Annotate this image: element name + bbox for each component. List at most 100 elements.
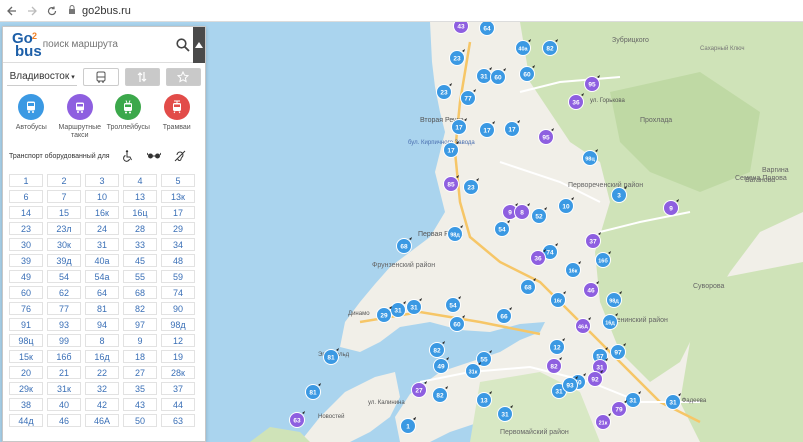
vehicle-marker[interactable]: 82 [429, 341, 446, 358]
route-button[interactable]: 91 [9, 318, 43, 331]
route-button[interactable]: 28 [123, 222, 157, 235]
route-button[interactable]: 98ц [9, 334, 43, 347]
route-button[interactable]: 31к [47, 382, 81, 395]
wheelchair-icon[interactable] [120, 149, 136, 163]
route-button[interactable]: 46 [47, 414, 81, 427]
route-button[interactable]: 60 [9, 286, 43, 299]
go2bus-logo[interactable]: Go 2 bus [9, 29, 42, 61]
route-button[interactable]: 14 [9, 206, 43, 219]
route-button[interactable]: 99 [47, 334, 81, 347]
route-button[interactable]: 1 [9, 174, 43, 187]
vehicle-marker[interactable]: 49 [433, 357, 450, 374]
route-button[interactable]: 29к [9, 382, 43, 395]
route-button[interactable]: 44 [161, 398, 195, 411]
route-button[interactable]: 23л [47, 222, 81, 235]
route-button[interactable]: 16к [85, 206, 119, 219]
route-button[interactable]: 48 [161, 254, 195, 267]
route-button[interactable]: 50 [123, 414, 157, 427]
vehicle-marker[interactable]: 81 [305, 383, 322, 400]
route-button[interactable]: 18 [123, 350, 157, 363]
route-button[interactable]: 46А [85, 414, 119, 427]
route-button[interactable]: 31 [85, 238, 119, 251]
route-button[interactable]: 39д [47, 254, 81, 267]
route-button[interactable]: 23 [9, 222, 43, 235]
route-button[interactable]: 59 [161, 270, 195, 283]
route-button[interactable]: 38 [9, 398, 43, 411]
route-button[interactable]: 3 [85, 174, 119, 187]
route-button[interactable]: 7 [47, 190, 81, 203]
route-button[interactable]: 68 [123, 286, 157, 299]
route-button[interactable]: 16ц [123, 206, 157, 219]
route-button[interactable]: 21 [47, 366, 81, 379]
tab-routes[interactable] [83, 68, 119, 86]
reload-button[interactable] [44, 3, 60, 19]
route-search-input[interactable] [42, 39, 175, 50]
route-button[interactable]: 4 [123, 174, 157, 187]
route-button[interactable]: 24 [85, 222, 119, 235]
route-button[interactable]: 74 [161, 286, 195, 299]
route-button[interactable]: 9 [123, 334, 157, 347]
vehicle-marker[interactable]: 68 [396, 237, 413, 254]
route-button[interactable]: 27 [123, 366, 157, 379]
route-button[interactable]: 62 [47, 286, 81, 299]
route-button[interactable]: 37 [161, 382, 195, 395]
route-button[interactable]: 33 [123, 238, 157, 251]
tab-favorites[interactable] [165, 68, 201, 86]
route-button[interactable]: 39 [9, 254, 43, 267]
route-button[interactable]: 55 [123, 270, 157, 283]
route-button[interactable]: 29 [161, 222, 195, 235]
collapse-panel-button[interactable] [193, 26, 205, 63]
route-button[interactable]: 15к [9, 350, 43, 363]
route-button[interactable]: 17 [161, 206, 195, 219]
route-button[interactable]: 13 [123, 190, 157, 203]
route-button[interactable]: 28к [161, 366, 195, 379]
route-button[interactable]: 97 [123, 318, 157, 331]
route-button[interactable]: 8 [85, 334, 119, 347]
route-button[interactable]: 30 [9, 238, 43, 251]
route-button[interactable]: 15 [47, 206, 81, 219]
route-button[interactable]: 77 [47, 302, 81, 315]
route-button[interactable]: 10 [85, 190, 119, 203]
hearing-icon[interactable] [172, 149, 188, 163]
forward-button[interactable] [24, 3, 40, 19]
route-button[interactable]: 40а [85, 254, 119, 267]
route-button[interactable]: 2 [47, 174, 81, 187]
route-button[interactable]: 16б [47, 350, 81, 363]
route-button[interactable]: 49 [9, 270, 43, 283]
vehicle-marker[interactable]: 81 [323, 348, 340, 365]
route-button[interactable]: 32 [85, 382, 119, 395]
route-button[interactable]: 19 [161, 350, 195, 363]
route-button[interactable]: 45 [123, 254, 157, 267]
address-bar[interactable]: go2bus.ru [68, 5, 131, 17]
route-button[interactable]: 6 [9, 190, 43, 203]
route-button[interactable]: 63 [161, 414, 195, 427]
route-button[interactable]: 94 [85, 318, 119, 331]
route-button[interactable]: 54 [47, 270, 81, 283]
type-trolleybus[interactable]: Троллейбусы [105, 94, 151, 140]
route-button[interactable]: 42 [85, 398, 119, 411]
vehicle-marker[interactable]: 63 [289, 411, 306, 428]
city-dropdown[interactable]: Владивосток ▾ [7, 68, 78, 86]
type-minibus[interactable]: Маршрутные такси [57, 94, 103, 140]
tab-directions[interactable] [124, 68, 160, 86]
type-bus[interactable]: Автобусы [8, 94, 54, 140]
route-button[interactable]: 82 [123, 302, 157, 315]
route-button[interactable]: 35 [123, 382, 157, 395]
route-button[interactable]: 34 [161, 238, 195, 251]
route-button[interactable]: 44д [9, 414, 43, 427]
route-button[interactable]: 64 [85, 286, 119, 299]
blind-glasses-icon[interactable] [146, 149, 162, 163]
route-button[interactable]: 13к [161, 190, 195, 203]
route-button[interactable]: 98д [161, 318, 195, 331]
route-button[interactable]: 76 [9, 302, 43, 315]
route-button[interactable]: 43 [123, 398, 157, 411]
route-button[interactable]: 30к [47, 238, 81, 251]
route-button[interactable]: 93 [47, 318, 81, 331]
route-button[interactable]: 90 [161, 302, 195, 315]
type-tram[interactable]: Трамваи [154, 94, 200, 140]
route-button[interactable]: 81 [85, 302, 119, 315]
route-button[interactable]: 54а [85, 270, 119, 283]
back-button[interactable] [4, 3, 20, 19]
route-button[interactable]: 16д [85, 350, 119, 363]
vehicle-marker[interactable]: 64 [479, 22, 496, 36]
